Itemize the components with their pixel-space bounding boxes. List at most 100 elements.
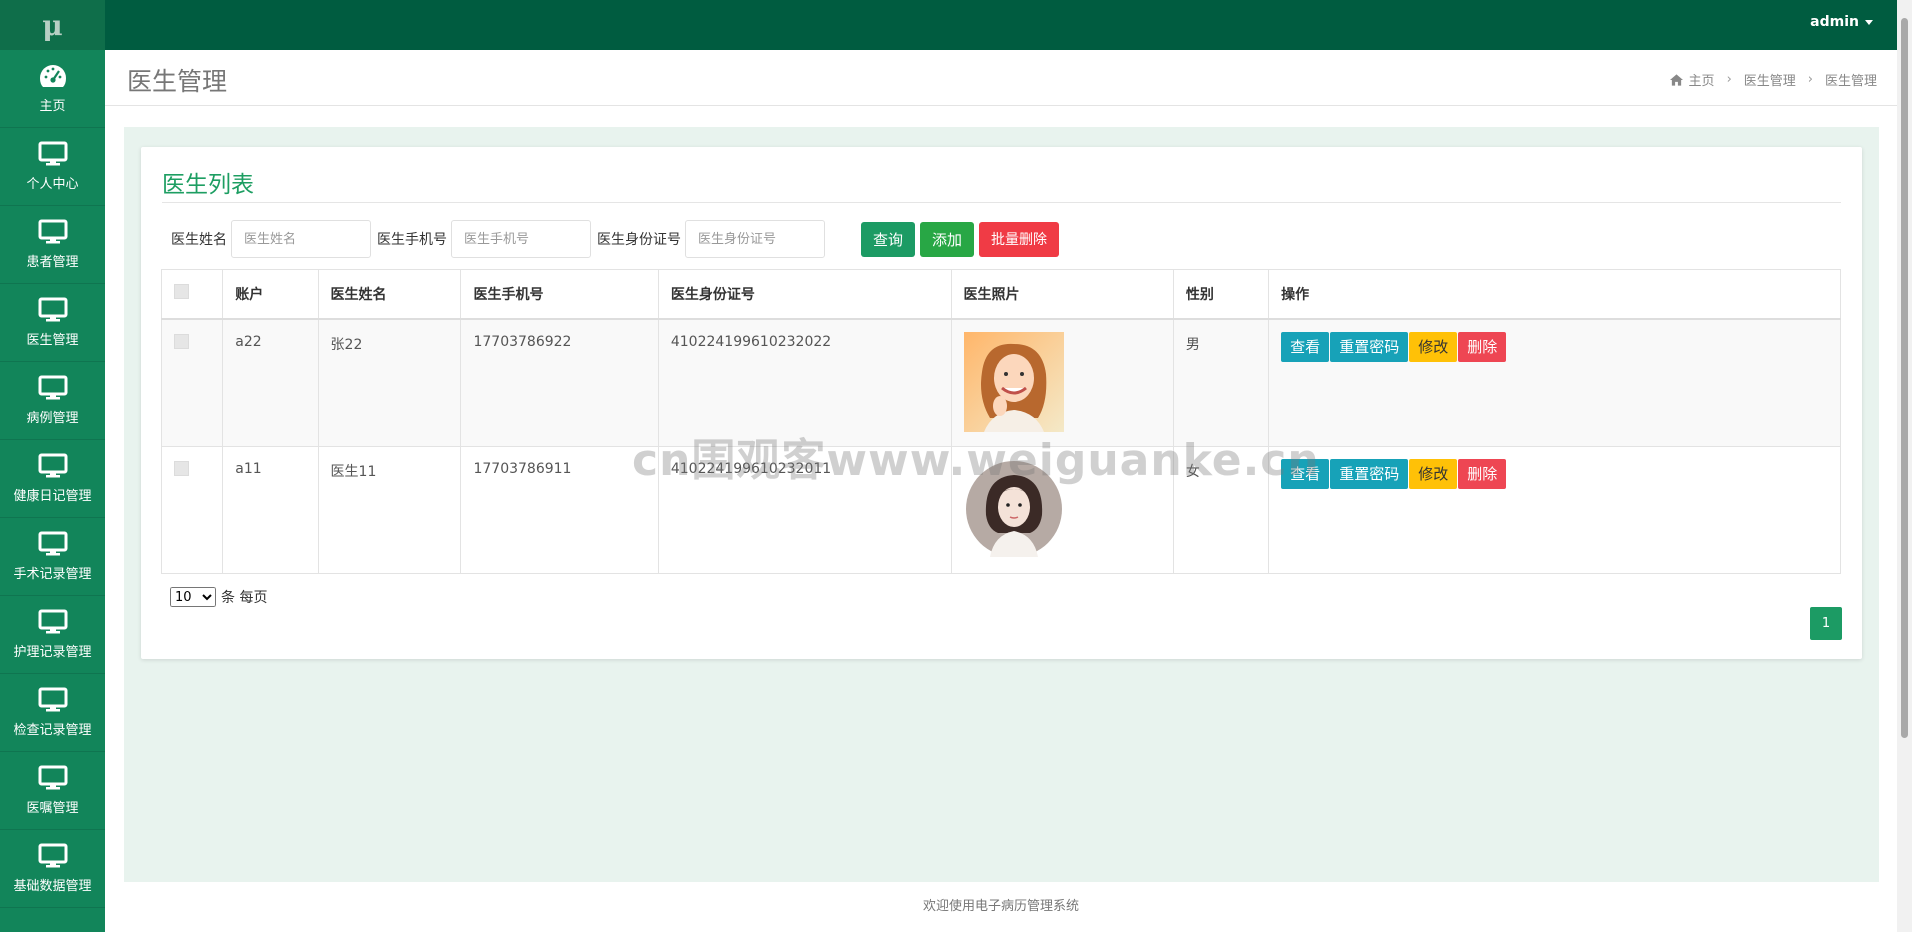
phone-cell: 17703786911 [460,445,659,574]
panel-title: 医生列表 [162,172,254,198]
view-button[interactable]: 查看 [1281,331,1330,362]
sidebar-item-label: 检查记录管理 [13,723,92,738]
column-header-phone: 医生手机号 [460,269,659,320]
monitor-icon [38,375,68,407]
sidebar-item-0[interactable]: 主页 [0,50,105,128]
name-cell: 医生11 [317,445,462,574]
sidebar-item-9[interactable]: 医嘱管理 [0,752,105,830]
breadcrumb-section[interactable]: 医生管理 [1744,70,1796,89]
query-button[interactable]: 查询 [861,221,916,257]
add-button[interactable]: 添加 [920,221,975,257]
column-header-actions: 操作 [1268,269,1841,320]
breadcrumb-current: 医生管理 [1824,74,1877,89]
sidebar-item-label: 护理记录管理 [13,645,92,660]
sidebar-item-label: 患者管理 [26,255,79,270]
doctor-phone-input[interactable] [451,220,591,258]
table-header-row: 账户 医生姓名 医生手机号 医生身份证号 医生照片 性别 操作 [160,269,1841,320]
breadcrumb-separator: › [1807,72,1813,87]
row-checkbox[interactable] [174,460,189,476]
dashboard-icon [38,63,68,95]
doctor-name-label: 医生姓名 [171,232,227,248]
page-button-current[interactable]: 1 [1810,607,1842,640]
row-actions: 查看 重置密码 修改 删除 [1281,331,1828,362]
table-row: a22 张22 17703786922 410224199610232022 男… [160,318,1841,447]
caret-down-icon [1865,19,1873,25]
page-size-select[interactable]: 10 [170,587,216,607]
breadcrumb-home[interactable]: 主页 [1689,70,1715,89]
breadcrumb-separator: › [1726,72,1732,87]
sidebar-item-label: 病例管理 [26,411,79,426]
doctor-table: 账户 医生姓名 医生手机号 医生身份证号 医生照片 性别 操作 a22 张22 … [160,269,1841,574]
row-actions: 查看 重置密码 修改 删除 [1281,458,1828,489]
account-cell: a11 [222,445,319,574]
doctor-name-input[interactable] [231,220,371,258]
delete-button[interactable]: 删除 [1458,331,1507,362]
home-icon [1669,73,1683,86]
sidebar-item-1[interactable]: 个人中心 [0,128,105,206]
scrollbar-thumb[interactable] [1901,18,1908,738]
footer: 欢迎使用电子病历管理系统 [105,882,1897,932]
sidebar-item-6[interactable]: 手术记录管理 [0,518,105,596]
row-checkbox[interactable] [174,333,189,349]
phone-cell: 17703786922 [460,318,659,447]
page-scrollbar[interactable] [1897,0,1912,932]
gender-cell: 男 [1172,318,1270,447]
edit-button[interactable]: 修改 [1409,458,1458,489]
column-header-id: 医生身份证号 [657,269,952,320]
reset-password-button[interactable]: 重置密码 [1330,331,1409,362]
breadcrumb: 主页 › 医生管理 › 医生管理 [1669,70,1877,89]
doctor-photo [963,331,1064,432]
monitor-icon [38,843,68,875]
user-menu[interactable]: admin [1810,14,1873,30]
content-area: 医生列表 医生姓名 医生手机号 医生身份证号 查询 添加 批量删除 账户 医生姓… [124,127,1879,882]
sidebar-item-3[interactable]: 医生管理 [0,284,105,362]
per-page-text: 条 每页 [221,590,268,606]
sidebar-item-7[interactable]: 护理记录管理 [0,596,105,674]
sidebar-item-label: 主页 [39,99,66,114]
logo[interactable]: μ [0,0,105,50]
column-header-gender: 性别 [1172,269,1270,320]
delete-button[interactable]: 删除 [1458,458,1507,489]
sidebar-item-label: 医嘱管理 [26,801,79,816]
actions-cell: 查看 重置密码 修改 删除 [1268,445,1841,574]
edit-button[interactable]: 修改 [1409,331,1458,362]
account-cell: a22 [222,318,319,447]
sidebar-item-2[interactable]: 患者管理 [0,206,105,284]
top-navbar: admin [105,0,1897,50]
sidebar: μ 主页个人中心患者管理医生管理病例管理健康日记管理 手术记录管理 护理记录管理 检查… [0,0,105,932]
id-number-cell: 410224199610232022 [657,318,952,447]
monitor-icon [38,453,68,485]
sidebar-item-label: 医生管理 [26,333,79,348]
monitor-icon [38,297,68,329]
sidebar-item-label: 个人中心 [26,177,79,192]
row-select-cell [160,445,224,574]
page-size-control: 10 条 每页 [170,587,267,607]
column-header-photo: 医生照片 [950,269,1174,320]
name-cell: 张22 [317,318,462,447]
view-button[interactable]: 查看 [1281,458,1330,489]
sidebar-item-label: 健康日记管理 [13,489,92,504]
sidebar-item-5[interactable]: 健康日记管理 [0,440,105,518]
select-all-checkbox[interactable] [174,284,189,300]
sidebar-item-10[interactable]: 基础数据管理 [0,830,105,908]
user-name: admin [1810,14,1859,30]
sidebar-menu: 主页个人中心患者管理医生管理病例管理健康日记管理 手术记录管理 护理记录管理 检查记录… [0,50,105,908]
actions-cell: 查看 重置密码 修改 删除 [1268,318,1841,447]
monitor-icon [38,687,68,719]
table-row: a11 医生11 17703786911 410224199610232011 [160,445,1841,574]
doctor-id-input[interactable] [685,220,825,258]
sidebar-item-4[interactable]: 病例管理 [0,362,105,440]
column-header-name: 医生姓名 [317,269,462,320]
batch-delete-button[interactable]: 批量删除 [979,221,1060,257]
doctor-id-label: 医生身份证号 [597,232,681,248]
sidebar-item-8[interactable]: 检查记录管理 [0,674,105,752]
page-header: 医生管理 主页 › 医生管理 › 医生管理 [105,50,1897,106]
monitor-icon [38,765,68,797]
sidebar-item-label: 手术记录管理 [13,567,92,582]
row-select-cell [160,318,224,447]
monitor-icon [38,219,68,251]
photo-cell [950,445,1174,574]
doctor-phone-label: 医生手机号 [377,232,447,248]
reset-password-button[interactable]: 重置密码 [1330,458,1409,489]
gender-cell: 女 [1172,445,1270,574]
